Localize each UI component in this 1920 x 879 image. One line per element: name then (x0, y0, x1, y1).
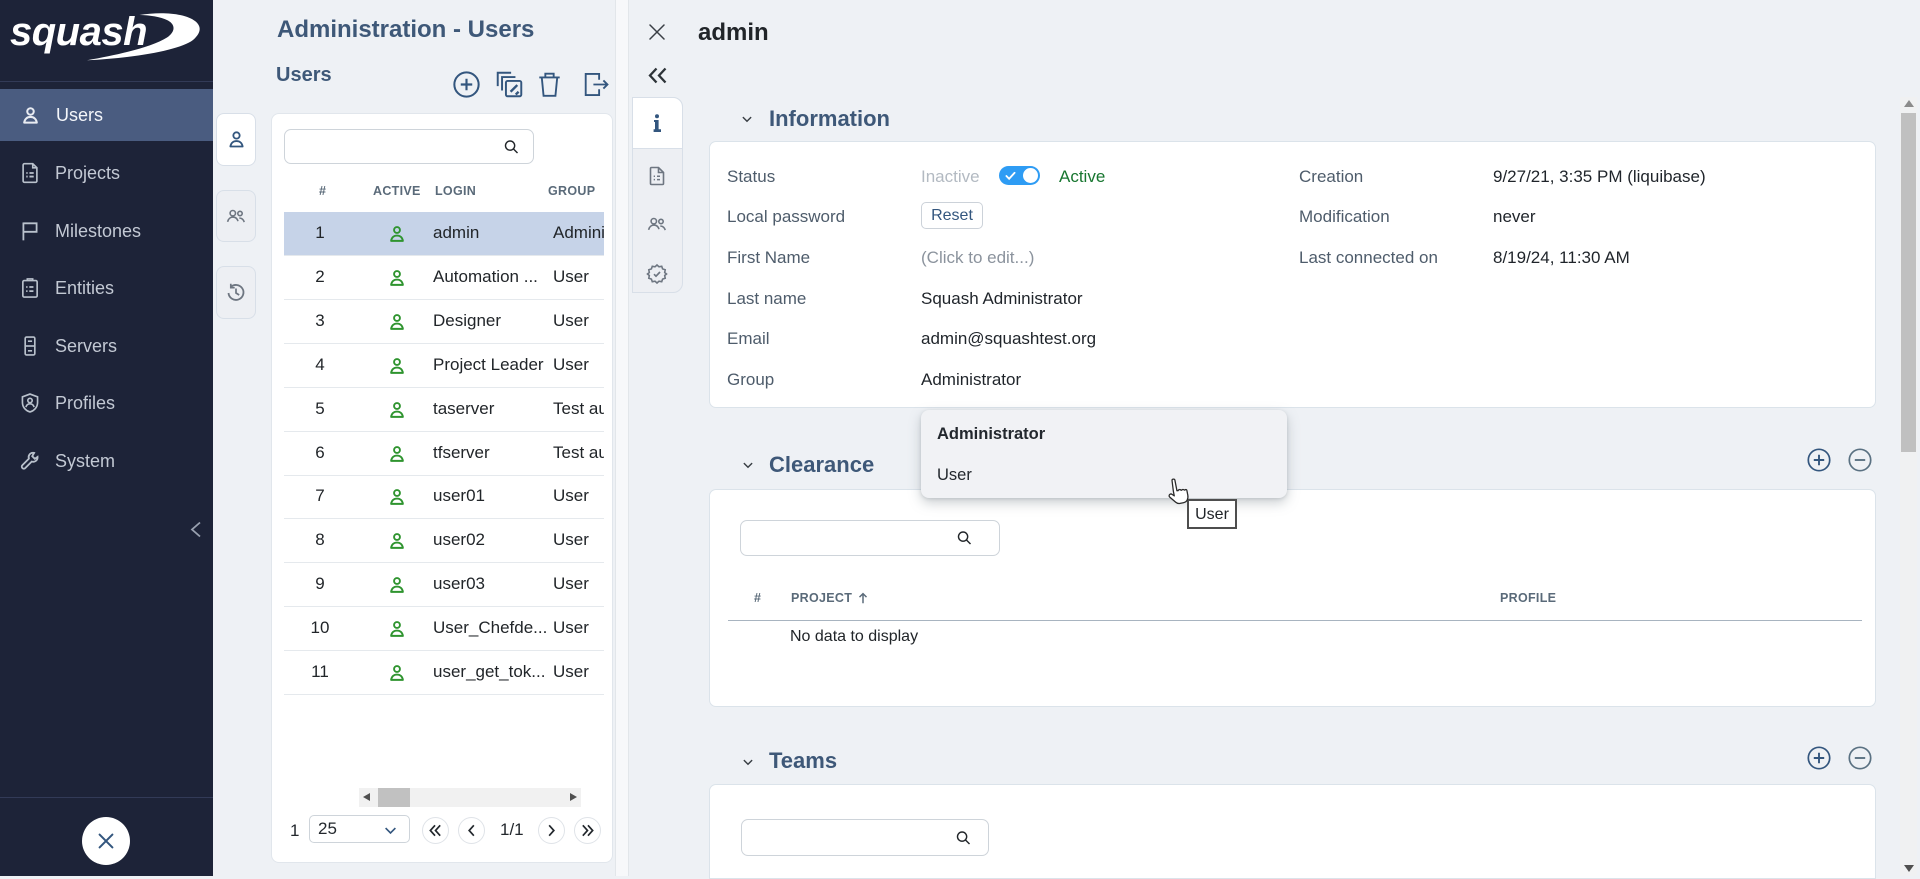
svg-text:squash: squash (10, 10, 147, 54)
